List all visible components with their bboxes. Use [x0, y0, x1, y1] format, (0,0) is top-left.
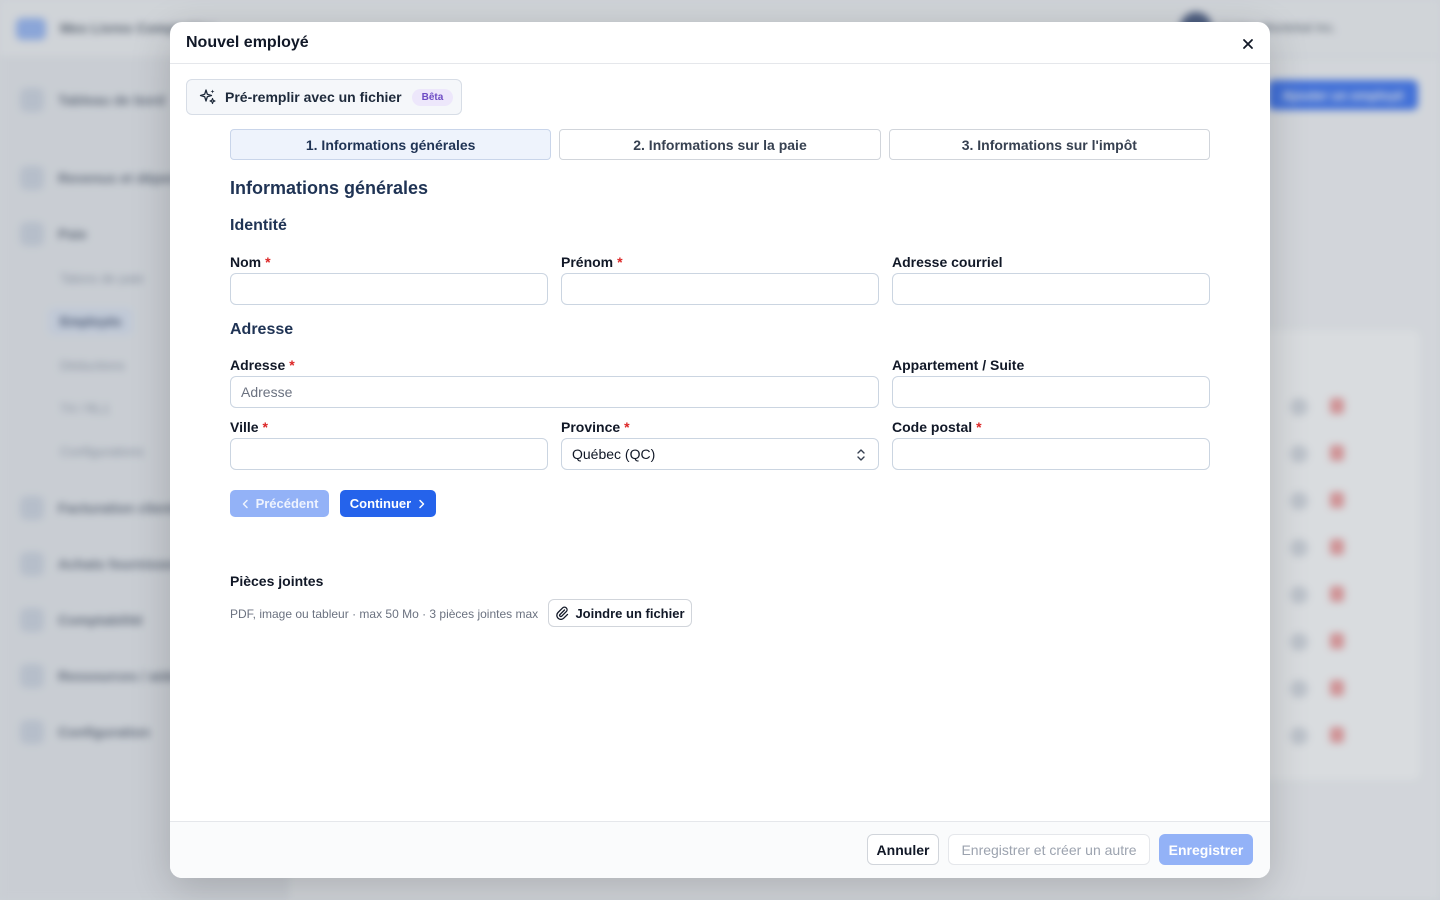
postal-code-input[interactable] [892, 438, 1210, 470]
attachments-heading: Pièces jointes [230, 573, 324, 589]
chevron-up-down-icon [857, 449, 865, 461]
step-tax-info[interactable]: 3. Informations sur l'impôt [888, 129, 1210, 160]
section-title: Informations générales [230, 178, 429, 198]
required-mark: * [289, 357, 295, 373]
city-label: Ville * [230, 419, 268, 435]
city-input[interactable] [230, 438, 548, 470]
dialog-title: Nouvel employé [186, 34, 309, 51]
province-select[interactable]: Québec (QC) [561, 438, 879, 470]
province-selected-value: Québec (QC) [572, 446, 656, 462]
continue-label: Continuer [349, 496, 412, 511]
label-text: Prénom [561, 254, 614, 270]
required-mark: * [976, 419, 982, 435]
previous-label: Précédent [255, 496, 319, 511]
save-and-new-button[interactable]: Enregistrer et créer un autre [948, 834, 1150, 865]
close-button[interactable] [1238, 34, 1258, 54]
beta-badge: Bêta [411, 88, 454, 106]
last-name-label: Nom * [230, 254, 271, 270]
prefill-from-file-button[interactable]: Pré-remplir avec un fichier Bêta [186, 79, 462, 115]
last-name-input[interactable] [230, 273, 548, 305]
required-mark: * [617, 254, 623, 270]
first-name-label: Prénom * [561, 254, 623, 270]
step-pay-info[interactable]: 2. Informations sur la paie [559, 129, 881, 160]
attachments-help: PDF, image ou tableur · max 50 Mo · 3 pi… [230, 607, 539, 621]
first-name-input[interactable] [561, 273, 879, 305]
label-text: Code postal [892, 419, 973, 435]
paperclip-icon [556, 606, 569, 620]
dialog-header: Nouvel employé [170, 22, 1270, 64]
previous-button[interactable]: Précédent [230, 490, 329, 517]
required-mark: * [265, 254, 271, 270]
street-label: Adresse * [230, 357, 295, 373]
sparkles-icon [199, 89, 216, 105]
chevron-right-icon [419, 499, 425, 508]
address-heading: Adresse [230, 321, 294, 338]
suite-input[interactable] [892, 376, 1210, 408]
postal-code-label: Code postal * [892, 419, 982, 435]
province-label: Province * [561, 419, 630, 435]
cancel-button[interactable]: Annuler [867, 834, 939, 865]
required-mark: * [262, 419, 268, 435]
stepper: 1. Informations générales 2. Information… [230, 129, 1210, 160]
required-mark: * [624, 419, 630, 435]
save-button[interactable]: Enregistrer [1159, 834, 1253, 865]
email-input[interactable] [892, 273, 1210, 305]
attach-file-button[interactable]: Joindre un fichier [548, 599, 692, 627]
close-icon [1243, 39, 1253, 49]
prefill-label: Pré-remplir avec un fichier [225, 89, 402, 105]
identity-heading: Identité [230, 217, 287, 234]
new-employee-dialog: Nouvel employé Pré-remplir avec un fichi… [170, 22, 1270, 878]
chevron-left-icon [242, 499, 248, 508]
email-label: Adresse courriel [892, 254, 1003, 270]
step-general-info[interactable]: 1. Informations générales [230, 129, 552, 160]
street-input[interactable] [230, 376, 879, 408]
label-text: Adresse [230, 357, 286, 373]
label-text: Province [561, 419, 621, 435]
dialog-footer: Annuler Enregistrer et créer un autre En… [170, 821, 1270, 878]
suite-label: Appartement / Suite [892, 357, 1025, 373]
continue-button[interactable]: Continuer [340, 490, 436, 517]
label-text: Ville [230, 419, 259, 435]
attach-file-label: Joindre un fichier [575, 605, 685, 621]
label-text: Nom [230, 254, 262, 270]
